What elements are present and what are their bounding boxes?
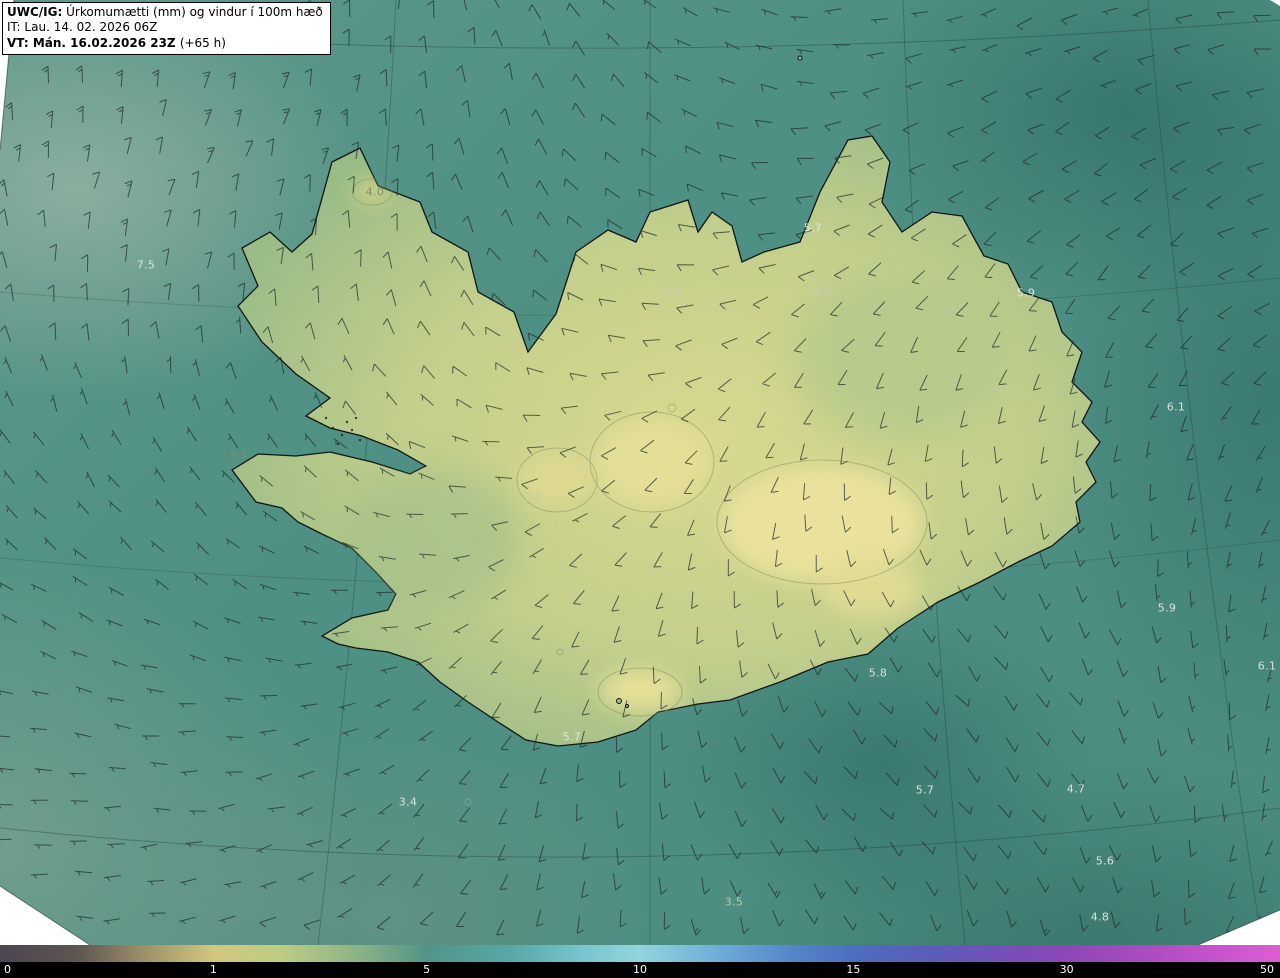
map-title-box: UWC/IG: Úrkomumætti (mm) og vindur í 100… (2, 2, 331, 56)
colorbar: 0 1 5 10 15 30 50 (0, 945, 1280, 978)
colorbar-tick-label: 30 (1059, 963, 1074, 976)
colorbar-tick-label: 5 (423, 963, 431, 976)
valid-offset: (+65 h) (179, 35, 226, 50)
map-canvas (0, 0, 1280, 945)
colorbar-tick-label: 1 (209, 963, 217, 976)
valid-time: Mán. 16.02.2026 23Z (32, 35, 176, 50)
colorbar-tick-label: 50 (1260, 963, 1274, 976)
map-area: 4.0 7.5 5.7 2.5 2.6 5.9 6.1 3.3 3.2 5.9 6.1 5.8 5.7 3… (0, 0, 1280, 945)
colorbar-ticks: 0 1 5 10 15 30 50 (0, 962, 1280, 978)
map-title-text: Úrkomumætti (mm) og vindur í 100m hæð (66, 5, 323, 19)
title-line-model: UWC/IG: Úrkomumætti (mm) og vindur í 100… (7, 5, 323, 20)
colorbar-tick-label: 10 (633, 963, 647, 976)
valid-label: VT: (7, 35, 29, 50)
init-label: IT: (7, 20, 21, 35)
colorbar-tick-label: 0 (4, 963, 11, 976)
model-label: UWC/IG: (7, 5, 63, 19)
colorbar-gradient (0, 945, 1280, 962)
colorbar-tick-label: 15 (846, 963, 861, 976)
title-line-valid: VT: Mán. 16.02.2026 23Z (+65 h) (7, 36, 323, 51)
title-line-init: IT: Lau. 14. 02. 2026 06Z (7, 20, 323, 35)
weather-map-page: 4.0 7.5 5.7 2.5 2.6 5.9 6.1 3.3 3.2 5.9 6.1 5.8 5.7 3… (0, 0, 1280, 978)
init-time: Lau. 14. 02. 2026 06Z (24, 20, 158, 35)
